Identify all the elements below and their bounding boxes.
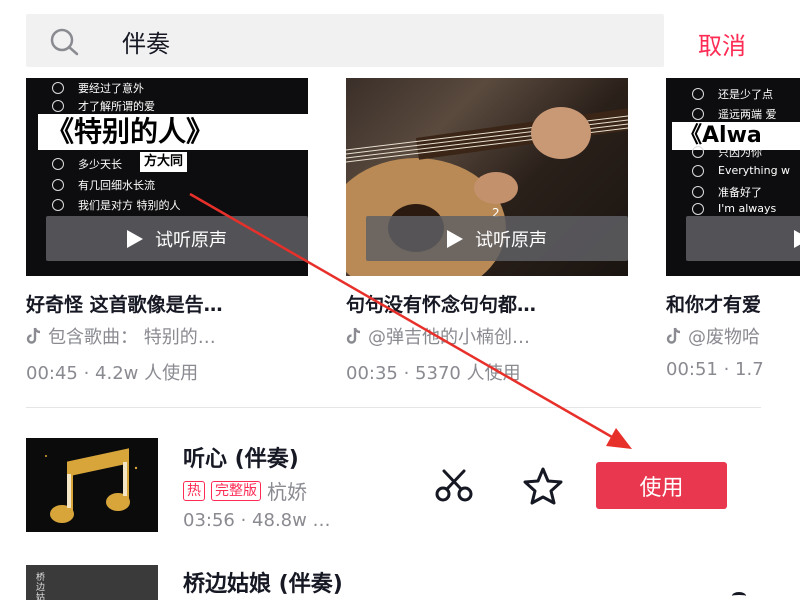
preview-label: 试听原声 bbox=[155, 229, 227, 251]
lyric-line: 多少天长 bbox=[52, 156, 122, 172]
song-tags: 热 完整版 杭娇 bbox=[183, 476, 307, 505]
preview-button[interactable]: 试听原声 bbox=[46, 216, 308, 261]
song-cover[interactable] bbox=[26, 438, 158, 532]
card-meta: 00:35 · 5370 人使用 bbox=[346, 363, 521, 384]
play-icon bbox=[447, 229, 463, 248]
use-button[interactable]: 使用 bbox=[596, 462, 727, 509]
card-subtitle-text: @废物哈 bbox=[688, 327, 760, 348]
card-subtitle-text: @弹吉他的小楠创… bbox=[368, 327, 530, 348]
song-meta: 03:56 · 48.8w … bbox=[183, 510, 331, 531]
song-artist: 杭娇 bbox=[267, 480, 307, 504]
card-title[interactable]: 和你才有爱 bbox=[666, 290, 800, 317]
cancel-button[interactable]: 取消 bbox=[698, 26, 746, 61]
preview-button[interactable]: 试 bbox=[686, 216, 800, 261]
lyric-line: 才了解所谓的爱 bbox=[52, 98, 155, 114]
tiktok-icon bbox=[346, 327, 361, 344]
full-version-badge: 完整版 bbox=[211, 480, 261, 501]
tiktok-icon bbox=[26, 327, 41, 344]
card-subtitle: @弹吉他的小楠创… bbox=[346, 323, 636, 349]
lyric-line: I'm always bbox=[692, 202, 776, 215]
lyric-line: 有几回细水长流 bbox=[52, 177, 155, 193]
card-title[interactable]: 好奇怪 这首歌像是告… bbox=[26, 290, 316, 317]
lyric-line: 只因为你 bbox=[692, 144, 762, 160]
song-title[interactable]: 听心 (伴奏) bbox=[183, 441, 299, 473]
artist-overlay: 方大同 bbox=[140, 152, 188, 172]
song-title[interactable]: 桥边姑娘 (伴奏) bbox=[183, 566, 343, 598]
lyric-line: 要经过了意外 bbox=[52, 80, 144, 96]
card-thumbnail[interactable]: 还是少了点 遥远两端 爱 《Alwa 只因为你 Everything w 准备好… bbox=[666, 78, 800, 276]
more-icon[interactable] bbox=[732, 592, 746, 600]
card-title[interactable]: 句句没有怀念句句都… bbox=[346, 290, 636, 317]
song-cover[interactable]: 桥边姑娘 bbox=[26, 565, 158, 600]
card-meta: 00:45 · 4.2w 人使用 bbox=[26, 363, 199, 384]
card-subtitle-text: 包含歌曲： 特别的… bbox=[48, 327, 216, 348]
card-subtitle: 包含歌曲： 特别的… bbox=[26, 323, 316, 349]
lyric-line: Everything w bbox=[692, 164, 790, 177]
play-icon bbox=[794, 229, 800, 248]
card-thumbnail[interactable]: 2 试听原声 bbox=[346, 78, 628, 276]
hot-badge: 热 bbox=[183, 480, 205, 501]
video-title-overlay: 《特别的人》 bbox=[38, 114, 308, 150]
scissors-icon[interactable] bbox=[434, 468, 474, 504]
music-note-icon bbox=[26, 438, 158, 532]
cover-text: 桥边姑娘 bbox=[36, 573, 46, 600]
search-input[interactable]: 伴奏 bbox=[122, 24, 170, 59]
play-icon bbox=[127, 229, 143, 248]
card-thumbnail[interactable]: 要经过了意外 才了解所谓的爱 《特别的人》 多少天长 方大同 有几回细水长流 我… bbox=[26, 78, 308, 276]
lyric-line: 遥远两端 爱 bbox=[692, 106, 777, 122]
card-meta: 00:51 · 1.7 bbox=[666, 359, 764, 380]
section-divider bbox=[26, 407, 761, 408]
tiktok-icon bbox=[666, 327, 681, 344]
lyric-line: 我们是对方 特别的人 bbox=[52, 197, 181, 213]
star-icon[interactable] bbox=[522, 467, 564, 505]
lyric-line: 准备好了 bbox=[692, 184, 762, 200]
lyric-line: 还是少了点 bbox=[692, 86, 773, 102]
music-card[interactable]: 还是少了点 遥远两端 爱 《Alwa 只因为你 Everything w 准备好… bbox=[666, 78, 800, 388]
search-bar[interactable]: 伴奏 bbox=[26, 14, 664, 67]
search-icon bbox=[50, 28, 79, 56]
preview-button[interactable]: 试听原声 bbox=[366, 216, 628, 261]
preview-label: 试听原声 bbox=[475, 229, 547, 251]
card-subtitle: @废物哈 bbox=[666, 323, 800, 349]
